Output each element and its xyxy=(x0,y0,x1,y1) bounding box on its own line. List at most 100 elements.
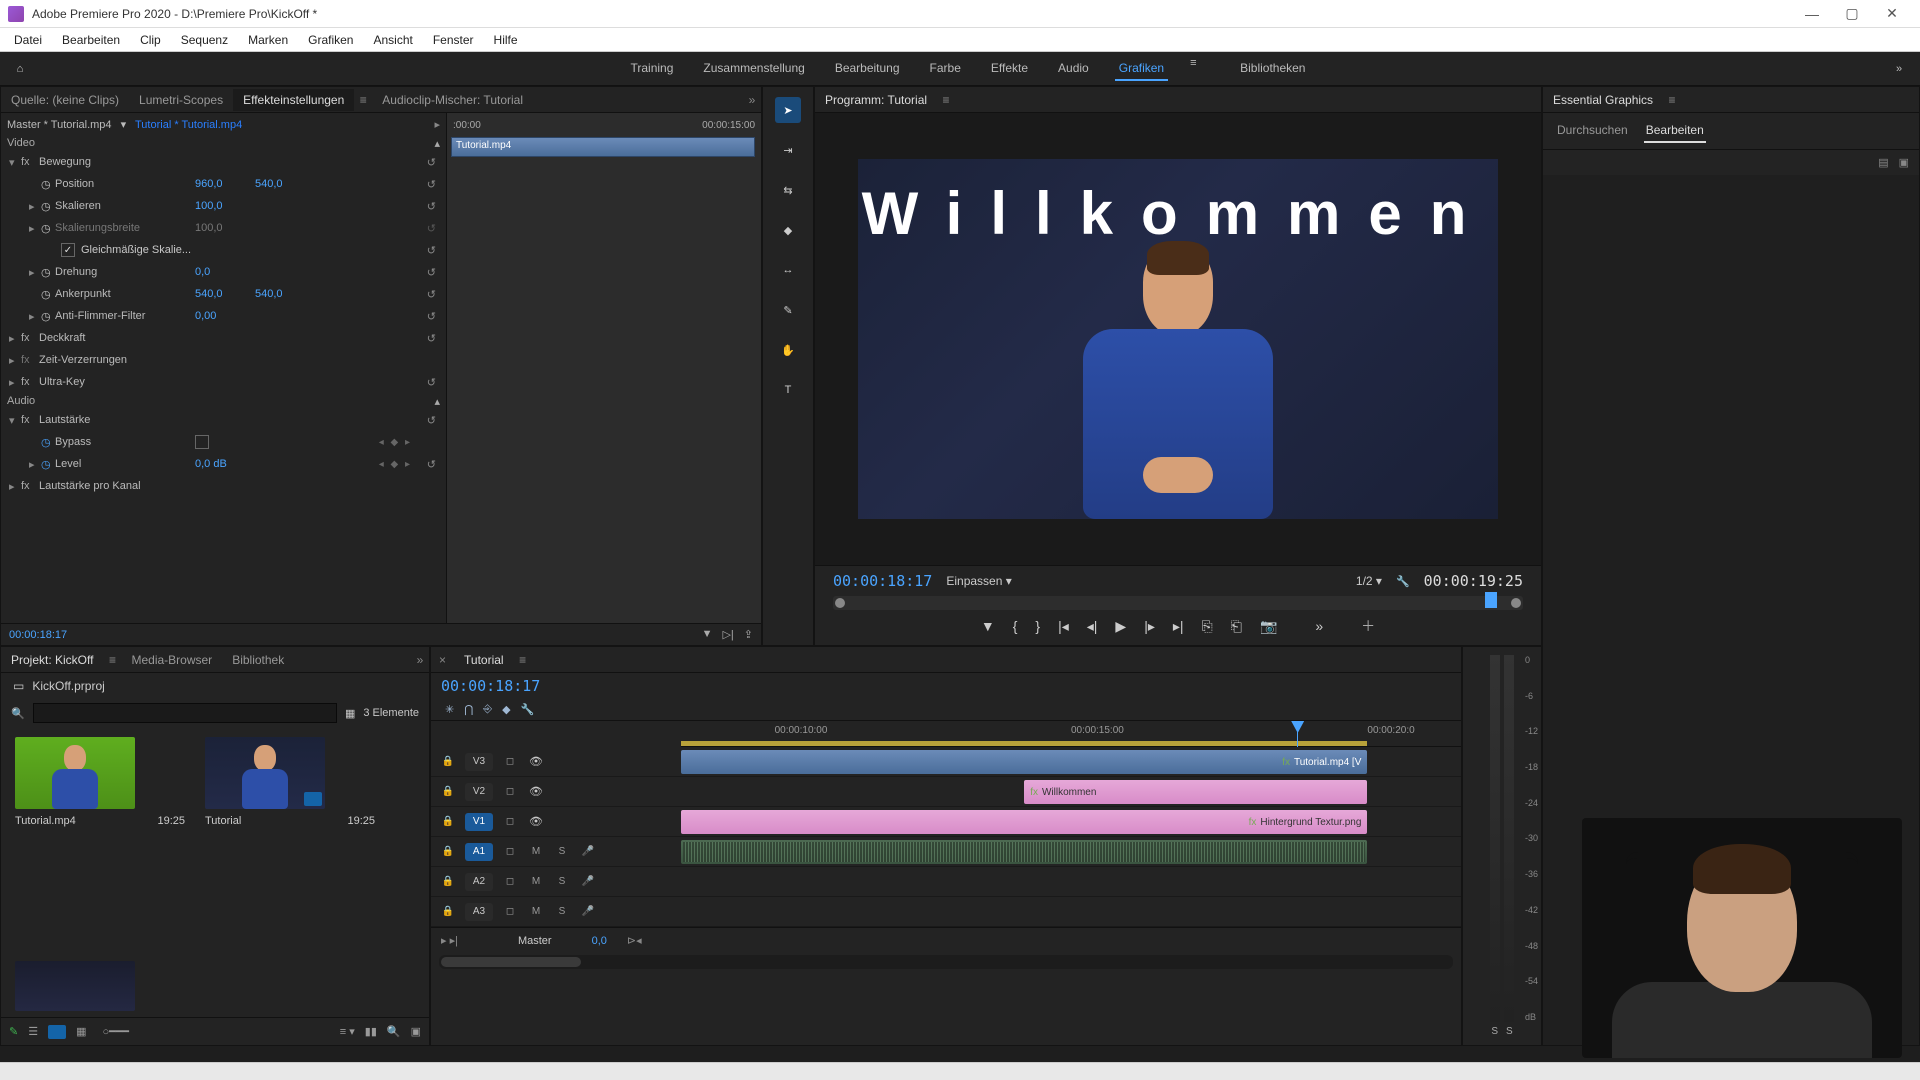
skalieren-value[interactable]: 100,0 xyxy=(195,200,255,212)
marker-icon[interactable]: ◆ xyxy=(502,703,510,716)
filter-icon[interactable]: ▼ xyxy=(702,628,713,641)
project-item[interactable]: Tutorial19:25 xyxy=(205,737,375,945)
linked-selection-icon[interactable]: ⎆ xyxy=(483,703,492,716)
clip-a1[interactable] xyxy=(681,840,1367,864)
ws-tab-zusammenstellung[interactable]: Zusammenstellung xyxy=(699,57,808,81)
project-overflow-icon[interactable]: » xyxy=(411,653,429,667)
menu-fenster[interactable]: Fenster xyxy=(423,31,484,49)
project-menu-icon[interactable]: ≡ xyxy=(103,653,121,667)
menu-marken[interactable]: Marken xyxy=(238,31,298,49)
bypass-checkbox[interactable] xyxy=(195,435,209,449)
type-tool[interactable]: T xyxy=(775,377,801,403)
ws-tab-farbe[interactable]: Farbe xyxy=(926,57,965,81)
keyframe-nav[interactable]: ◂ ◆ ▸ xyxy=(379,459,412,470)
position-x[interactable]: 960,0 xyxy=(195,178,255,190)
eg-tab-durchsuchen[interactable]: Durchsuchen xyxy=(1555,119,1630,143)
eg-new-layer-icon[interactable]: ▣ xyxy=(1899,156,1909,169)
extract-button[interactable]: ⎗ xyxy=(1231,618,1242,635)
hand-tool[interactable]: ✋ xyxy=(775,337,801,363)
lane-a1[interactable] xyxy=(681,837,1461,867)
stopwatch-icon[interactable]: ◷ xyxy=(41,310,55,323)
fit-dropdown[interactable]: Einpassen ▾ xyxy=(946,574,1011,588)
add-marker-button[interactable]: ▼ xyxy=(981,618,995,634)
effect-deckkraft[interactable]: ▸fx Deckkraft ↺ xyxy=(1,327,446,349)
reset-icon[interactable]: ↺ xyxy=(427,156,436,169)
menu-sequenz[interactable]: Sequenz xyxy=(171,31,238,49)
magnet-icon[interactable]: ⋂ xyxy=(464,703,473,716)
tab-lumetri[interactable]: Lumetri-Scopes xyxy=(129,89,233,111)
program-tc-current[interactable]: 00:00:18:17 xyxy=(833,572,932,590)
reset-icon[interactable]: ↺ xyxy=(427,310,436,323)
new-bin-icon[interactable]: ▣ xyxy=(411,1025,421,1038)
menu-grafiken[interactable]: Grafiken xyxy=(298,31,363,49)
drehung-value[interactable]: 0,0 xyxy=(195,266,255,278)
master-track[interactable]: ▸ ▸| Master 0,0 ⊳◂ xyxy=(431,927,1461,953)
eg-align-icon[interactable]: ▤ xyxy=(1878,156,1888,169)
program-menu-icon[interactable]: ≡ xyxy=(937,93,955,107)
track-head-a2[interactable]: 🔒A2◻MS🎤 xyxy=(431,867,681,897)
level-value[interactable]: 0,0 dB xyxy=(195,458,255,470)
reset-icon[interactable]: ↺ xyxy=(427,332,436,345)
ec-timecode[interactable]: 00:00:18:17 xyxy=(9,629,67,641)
tab-audio-mixer[interactable]: Audioclip-Mischer: Tutorial xyxy=(372,89,533,111)
sequence-clip-link[interactable]: Tutorial * Tutorial.mp4 xyxy=(135,119,242,131)
automate-icon[interactable]: ▮▮ xyxy=(365,1025,377,1038)
timeline-timecode[interactable]: 00:00:18:17 xyxy=(441,677,540,695)
lane-a2[interactable] xyxy=(681,867,1461,897)
project-item[interactable]: Tutorial.mp419:25 xyxy=(15,737,185,945)
lane-v2[interactable]: fxWillkommen xyxy=(681,777,1461,807)
minimize-button[interactable]: — xyxy=(1792,6,1832,22)
effect-lautstaerke[interactable]: ▾fx Lautstärke ↺ xyxy=(1,409,446,431)
export-frame-button[interactable]: 📷 xyxy=(1260,618,1277,635)
step-back-button[interactable]: ◂| xyxy=(1087,618,1098,635)
track-head-a1[interactable]: 🔒A1◻MS🎤 xyxy=(431,837,681,867)
reset-icon[interactable]: ↺ xyxy=(427,376,436,389)
eg-menu-icon[interactable]: ≡ xyxy=(1663,93,1681,107)
sequence-tab[interactable]: Tutorial xyxy=(454,649,514,671)
antiflimmer-value[interactable]: 0,00 xyxy=(195,310,255,322)
tab-project[interactable]: Projekt: KickOff xyxy=(1,649,103,671)
clip-v1[interactable]: fxHintergrund Textur.png xyxy=(681,810,1367,834)
ws-tab-training[interactable]: Training xyxy=(627,57,678,81)
reset-icon[interactable]: ↺ xyxy=(427,178,436,191)
razor-tool[interactable]: ◆ xyxy=(775,217,801,243)
ws-tab-bibliotheken[interactable]: Bibliotheken xyxy=(1236,57,1309,81)
anker-x[interactable]: 540,0 xyxy=(195,288,255,300)
pen-tool[interactable]: ✎ xyxy=(775,297,801,323)
effect-laut-kanal[interactable]: ▸fx Lautstärke pro Kanal xyxy=(1,475,446,497)
menu-hilfe[interactable]: Hilfe xyxy=(484,31,528,49)
effect-bewegung[interactable]: ▾fx Bewegung ↺ xyxy=(1,151,446,173)
track-head-v3[interactable]: 🔒V3◻👁 xyxy=(431,747,681,777)
reset-icon[interactable]: ↺ xyxy=(427,458,436,471)
freeform-icon[interactable]: ▦ xyxy=(345,707,355,720)
lane-a3[interactable] xyxy=(681,897,1461,927)
stopwatch-icon[interactable]: ◷ xyxy=(41,200,55,213)
solo-right[interactable]: S xyxy=(1506,1026,1513,1037)
menu-ansicht[interactable]: Ansicht xyxy=(363,31,422,49)
find-icon[interactable]: 🔍 xyxy=(387,1025,401,1038)
ws-tab-bearbeitung[interactable]: Bearbeitung xyxy=(831,57,904,81)
timeline-menu-icon[interactable]: ≡ xyxy=(514,653,532,667)
ws-more-icon[interactable]: » xyxy=(1896,63,1920,75)
sort-icon[interactable]: ≡ ▾ xyxy=(340,1025,355,1038)
effect-mini-timeline[interactable]: :00:00 00:00:15:00 Tutorial.mp4 xyxy=(446,113,761,623)
project-search-input[interactable] xyxy=(33,703,337,723)
program-scrubber[interactable] xyxy=(833,596,1523,610)
settings-icon[interactable]: 🔧 xyxy=(521,703,535,716)
ws-tab-audio[interactable]: Audio xyxy=(1054,57,1093,81)
clip-v3[interactable]: fxTutorial.mp4 [V xyxy=(681,750,1367,774)
stopwatch-icon[interactable]: ◷ xyxy=(41,458,55,471)
track-head-a3[interactable]: 🔒A3◻MS🎤 xyxy=(431,897,681,927)
program-title[interactable]: Programm: Tutorial xyxy=(815,89,937,111)
ripple-edit-tool[interactable]: ⇆ xyxy=(775,177,801,203)
tab-effect-controls[interactable]: Effekteinstellungen xyxy=(233,89,354,111)
reset-icon[interactable]: ↺ xyxy=(427,266,436,279)
anker-y[interactable]: 540,0 xyxy=(255,288,315,300)
lift-button[interactable]: ⎘ xyxy=(1202,618,1213,635)
slip-tool[interactable]: ↔ xyxy=(775,257,801,283)
maximize-button[interactable]: ▢ xyxy=(1832,5,1872,22)
track-head-v2[interactable]: 🔒V2◻👁 xyxy=(431,777,681,807)
stopwatch-icon[interactable]: ◷ xyxy=(41,288,55,301)
stopwatch-icon[interactable]: ◷ xyxy=(41,436,55,449)
solo-left[interactable]: S xyxy=(1491,1026,1498,1037)
